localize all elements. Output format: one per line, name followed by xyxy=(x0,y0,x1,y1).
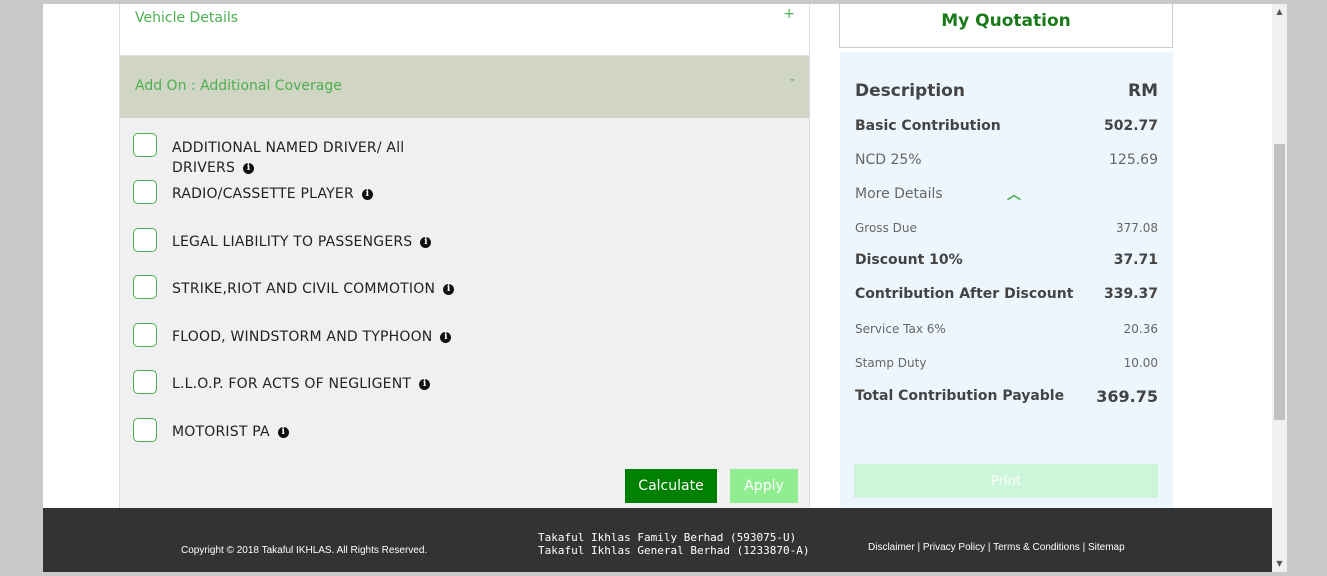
after-discount-label: Contribution After Discount xyxy=(855,286,1074,302)
company-info: Takaful Ikhlas Family Berhad (593075-U) … xyxy=(538,531,810,557)
footer-links: Disclaimer | Privacy Policy | Terms & Co… xyxy=(868,542,1125,553)
company-general: Takaful Ikhlas General Berhad (1233870-A… xyxy=(538,544,810,557)
total-value: 369.75 xyxy=(1096,387,1158,406)
print-button[interactable]: Print xyxy=(854,464,1158,498)
addon-coverage-panel-header[interactable]: Add On : Additional Coverage - xyxy=(119,56,810,118)
service-tax-label: Service Tax 6% xyxy=(855,322,946,336)
ncd-value: 125.69 xyxy=(1109,152,1158,168)
scrollbar-thumb[interactable] xyxy=(1274,144,1285,420)
option-label: L.L.O.P. FOR ACTS OF NEGLIGENT xyxy=(172,376,412,392)
quotation-title: My Quotation xyxy=(941,11,1071,31)
info-icon[interactable]: i xyxy=(419,378,431,390)
description-heading: Description xyxy=(855,81,965,101)
info-icon[interactable]: i xyxy=(420,236,432,248)
option-checkbox[interactable] xyxy=(133,370,157,394)
discount-label: Discount 10% xyxy=(855,252,963,268)
info-icon[interactable]: i xyxy=(443,283,455,295)
chevron-up-icon[interactable]: ︿ xyxy=(1007,184,1021,204)
info-icon[interactable]: i xyxy=(243,162,255,174)
info-icon[interactable]: i xyxy=(440,331,452,343)
total-label: Total Contribution Payable xyxy=(855,388,1065,404)
more-details-label[interactable]: More Details xyxy=(855,186,943,202)
option-label-continued: DRIVERS xyxy=(172,160,236,176)
option-label: RADIO/CASSETTE PLAYER xyxy=(172,186,354,202)
addon-coverage-title: Add On : Additional Coverage xyxy=(135,78,342,94)
link-separator: | xyxy=(987,542,991,553)
info-icon[interactable]: i xyxy=(361,188,373,200)
service-tax-value: 20.36 xyxy=(1123,322,1158,336)
basic-contribution-label: Basic Contribution xyxy=(855,118,1001,134)
option-checkbox[interactable] xyxy=(133,275,157,299)
ncd-label: NCD 25% xyxy=(855,152,922,168)
vehicle-details-title: Vehicle Details xyxy=(135,10,239,26)
link-separator: | xyxy=(917,542,921,553)
option-checkbox[interactable] xyxy=(133,418,157,442)
apply-button[interactable]: Apply xyxy=(730,469,798,503)
option-checkbox[interactable] xyxy=(133,133,157,157)
quotation-header: My Quotation xyxy=(839,4,1173,48)
basic-contribution-value: 502.77 xyxy=(1103,118,1158,134)
option-label: ADDITIONAL NAMED DRIVER/ All xyxy=(172,140,405,156)
copyright-text: Copyright © 2018 Takaful IKHLAS. All Rig… xyxy=(181,545,428,556)
link-separator: | xyxy=(1082,542,1086,553)
option-label: LEGAL LIABILITY TO PASSENGERS xyxy=(172,234,413,250)
stamp-duty-label: Stamp Duty xyxy=(855,356,927,370)
scroll-down-arrow-icon[interactable]: ▼ xyxy=(1272,556,1287,572)
info-icon[interactable]: i xyxy=(277,426,289,438)
addon-coverage-options: ADDITIONAL NAMED DRIVER/ All DRIVERS i RA… xyxy=(119,118,810,518)
after-discount-value: 339.37 xyxy=(1103,286,1158,302)
calculate-button[interactable]: Calculate xyxy=(625,469,717,503)
footer: Copyright © 2018 Takaful IKHLAS. All Rig… xyxy=(43,508,1272,572)
gross-due-label: Gross Due xyxy=(855,221,917,235)
rm-heading: RM xyxy=(1127,81,1158,101)
sitemap-link[interactable]: Sitemap xyxy=(1088,542,1125,553)
vertical-scrollbar[interactable]: ▲ ▼ xyxy=(1272,4,1287,572)
option-label: MOTORIST PA xyxy=(172,424,270,440)
option-checkbox[interactable] xyxy=(133,228,157,252)
stamp-duty-value: 10.00 xyxy=(1123,356,1158,370)
option-label: FLOOD, WINDSTORM AND TYPHOON xyxy=(172,329,433,345)
discount-value: 37.71 xyxy=(1113,252,1158,268)
option-label: STRIKE,RIOT AND CIVIL COMMOTION xyxy=(172,281,436,297)
option-checkbox[interactable] xyxy=(133,323,157,347)
disclaimer-link[interactable]: Disclaimer xyxy=(868,542,915,553)
gross-due-value: 377.08 xyxy=(1116,221,1158,235)
company-family: Takaful Ikhlas Family Berhad (593075-U) xyxy=(538,531,797,544)
quotation-summary: Description RM Basic Contribution 502.77… xyxy=(840,52,1173,512)
vehicle-details-panel[interactable]: Vehicle Details + xyxy=(119,4,810,56)
terms-link[interactable]: Terms & Conditions xyxy=(993,542,1080,553)
page-viewport: Vehicle Details + Add On : Additional Co… xyxy=(43,4,1272,572)
expand-icon[interactable]: + xyxy=(783,6,795,22)
scroll-up-arrow-icon[interactable]: ▲ xyxy=(1272,4,1287,20)
option-checkbox[interactable] xyxy=(133,180,157,204)
privacy-policy-link[interactable]: Privacy Policy xyxy=(923,542,985,553)
collapse-icon[interactable]: - xyxy=(790,72,795,88)
